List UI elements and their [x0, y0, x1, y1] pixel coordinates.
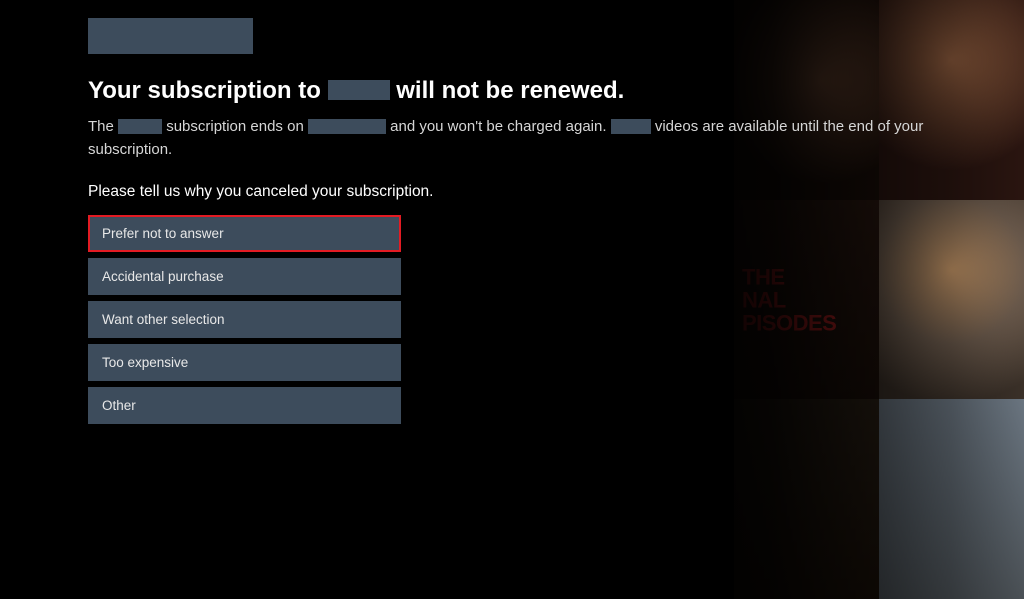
channel-name-redacted: [328, 80, 390, 100]
reason-option-want-other-selection[interactable]: Want other selection: [88, 301, 401, 338]
title-prefix: Your subscription to: [88, 77, 321, 104]
reason-options-list: Prefer not to answer Accidental purchase…: [88, 215, 401, 424]
channel-name-redacted: [611, 119, 651, 134]
channel-logo-redacted: [88, 18, 253, 54]
cancellation-panel: Your subscription to will not be renewed…: [0, 0, 1024, 424]
end-date-redacted: [308, 119, 386, 134]
channel-name-redacted: [118, 119, 162, 134]
page-title: Your subscription to will not be renewed…: [88, 76, 1024, 106]
reason-option-accidental-purchase[interactable]: Accidental purchase: [88, 258, 401, 295]
reason-option-too-expensive[interactable]: Too expensive: [88, 344, 401, 381]
survey-question: Please tell us why you canceled your sub…: [88, 183, 1024, 201]
cancellation-subtext: The subscription ends on and you won't b…: [88, 116, 1008, 161]
title-suffix: will not be renewed.: [396, 77, 624, 104]
reason-option-prefer-not-answer[interactable]: Prefer not to answer: [88, 215, 401, 252]
reason-option-other[interactable]: Other: [88, 387, 401, 424]
